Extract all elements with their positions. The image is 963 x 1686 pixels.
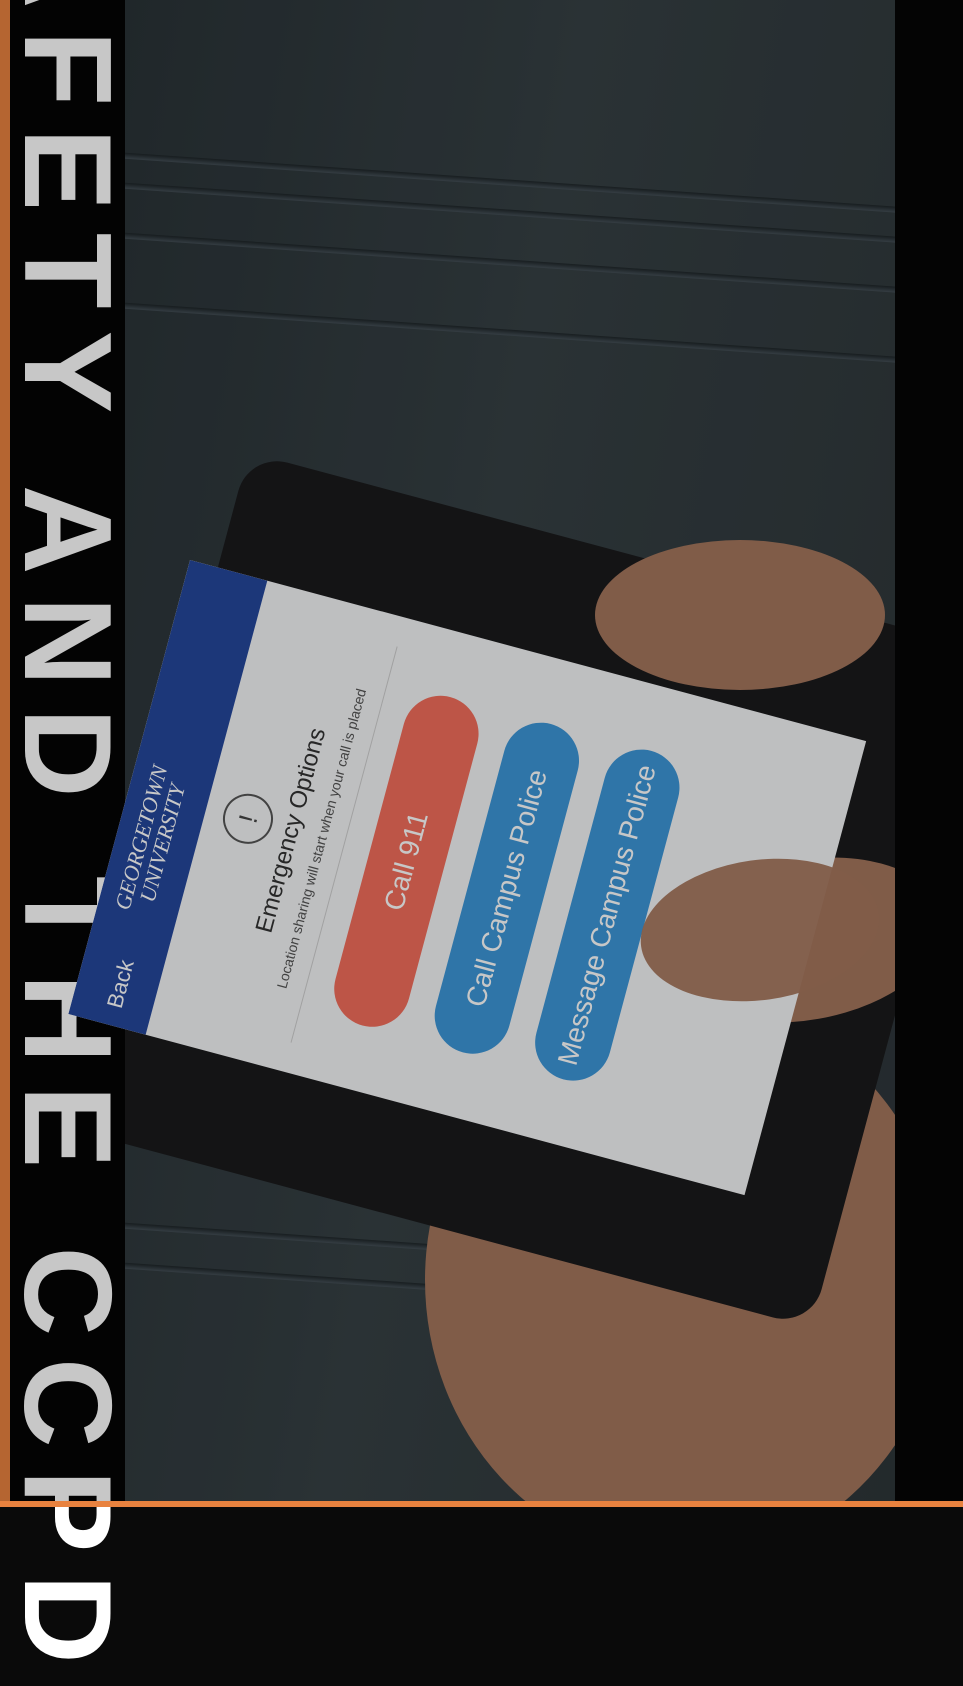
- wall-groove: [125, 228, 895, 298]
- wall-groove: [125, 148, 895, 218]
- thumb: [595, 540, 885, 690]
- right-band: [895, 0, 963, 1501]
- orange-frame-bottom: [0, 1501, 963, 1507]
- back-button[interactable]: Back: [102, 957, 140, 1011]
- wall-groove: [125, 298, 895, 368]
- exclamation-icon: !: [217, 788, 279, 850]
- wall-groove: [125, 178, 895, 248]
